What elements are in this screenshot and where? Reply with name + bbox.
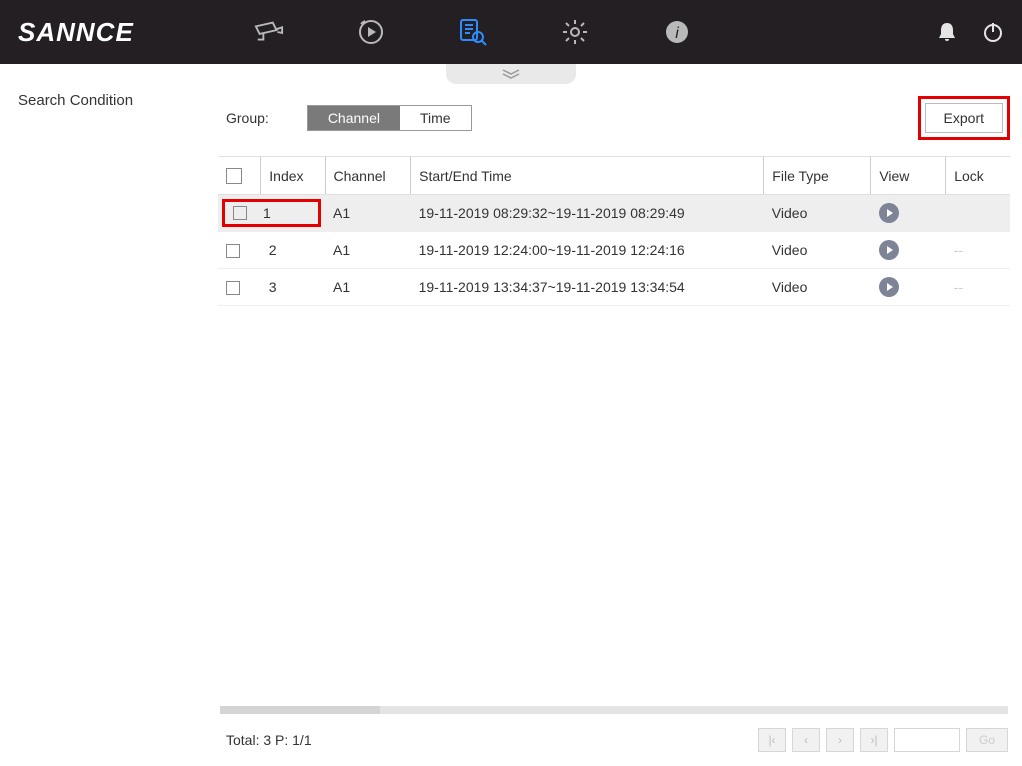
cell-index: 3 (261, 269, 325, 306)
info-icon[interactable]: i (662, 17, 692, 47)
th-index: Index (261, 157, 325, 195)
toggle-channel[interactable]: Channel (308, 106, 400, 130)
horizontal-scrollbar[interactable] (220, 706, 1008, 714)
play-icon[interactable] (879, 277, 899, 297)
total-label: Total: 3 P: 1/1 (226, 732, 312, 748)
bell-icon[interactable] (936, 21, 958, 43)
search-files-icon[interactable] (458, 17, 488, 47)
play-icon[interactable] (879, 240, 899, 260)
right-icons (936, 21, 1004, 43)
th-view: View (871, 157, 946, 195)
nav-icons: i (254, 17, 692, 47)
cell-lock: -- (954, 279, 963, 295)
pager-prev[interactable]: ‹ (792, 728, 820, 752)
cell-index: 1 (263, 205, 271, 221)
table-row[interactable]: 1 A1 19-11-2019 08:29:32~19-11-2019 08:2… (218, 195, 1010, 232)
cell-channel: A1 (325, 269, 411, 306)
row-checkbox[interactable] (226, 281, 240, 295)
play-icon[interactable] (879, 203, 899, 223)
cell-index: 2 (261, 232, 325, 269)
cell-time: 19-11-2019 13:34:37~19-11-2019 13:34:54 (411, 269, 764, 306)
cell-channel: A1 (325, 232, 411, 269)
controls-row: Group: Channel Time Export (218, 64, 1010, 156)
export-button[interactable]: Export (925, 103, 1003, 133)
cell-filetype: Video (764, 232, 871, 269)
results-table: Index Channel Start/End Time File Type V… (218, 156, 1010, 306)
camera-icon[interactable] (254, 17, 284, 47)
cell-time: 19-11-2019 08:29:32~19-11-2019 08:29:49 (411, 195, 764, 232)
brand-logo: SANNCE (18, 17, 134, 48)
cell-filetype: Video (764, 195, 871, 232)
export-highlight: Export (918, 96, 1010, 140)
footer: Total: 3 P: 1/1 |‹ ‹ › ›| Go (218, 724, 1010, 766)
row-checkbox[interactable] (226, 244, 240, 258)
topbar: SANNCE i (0, 0, 1022, 64)
row-highlight: 1 (222, 199, 321, 227)
svg-text:i: i (675, 25, 679, 42)
sidebar-title: Search Condition (18, 92, 192, 109)
collapse-handle[interactable] (446, 64, 576, 84)
cell-lock: -- (954, 242, 963, 258)
cell-time: 19-11-2019 12:24:00~19-11-2019 12:24:16 (411, 232, 764, 269)
pager-next[interactable]: › (826, 728, 854, 752)
group-label: Group: (226, 110, 269, 126)
table-row[interactable]: 3 A1 19-11-2019 13:34:37~19-11-2019 13:3… (218, 269, 1010, 306)
pager-first[interactable]: |‹ (758, 728, 786, 752)
main: Group: Channel Time Export Index Channel (210, 64, 1022, 766)
group-toggle: Channel Time (307, 105, 472, 131)
playback-icon[interactable] (356, 17, 386, 47)
cell-filetype: Video (764, 269, 871, 306)
th-filetype: File Type (764, 157, 871, 195)
pager: |‹ ‹ › ›| Go (758, 728, 1008, 752)
th-lock: Lock (946, 157, 1010, 195)
pager-page-input[interactable] (894, 728, 960, 752)
th-time: Start/End Time (411, 157, 764, 195)
pager-go-button[interactable]: Go (966, 728, 1008, 752)
row-checkbox[interactable] (233, 206, 247, 220)
sidebar: Search Condition (0, 64, 210, 766)
body: Search Condition Group: Channel Time Exp… (0, 64, 1022, 766)
th-channel: Channel (325, 157, 411, 195)
select-all-checkbox[interactable] (226, 168, 242, 184)
power-icon[interactable] (982, 21, 1004, 43)
table-row[interactable]: 2 A1 19-11-2019 12:24:00~19-11-2019 12:2… (218, 232, 1010, 269)
toggle-time[interactable]: Time (400, 106, 471, 130)
pager-last[interactable]: ›| (860, 728, 888, 752)
cell-channel: A1 (325, 195, 411, 232)
settings-icon[interactable] (560, 17, 590, 47)
